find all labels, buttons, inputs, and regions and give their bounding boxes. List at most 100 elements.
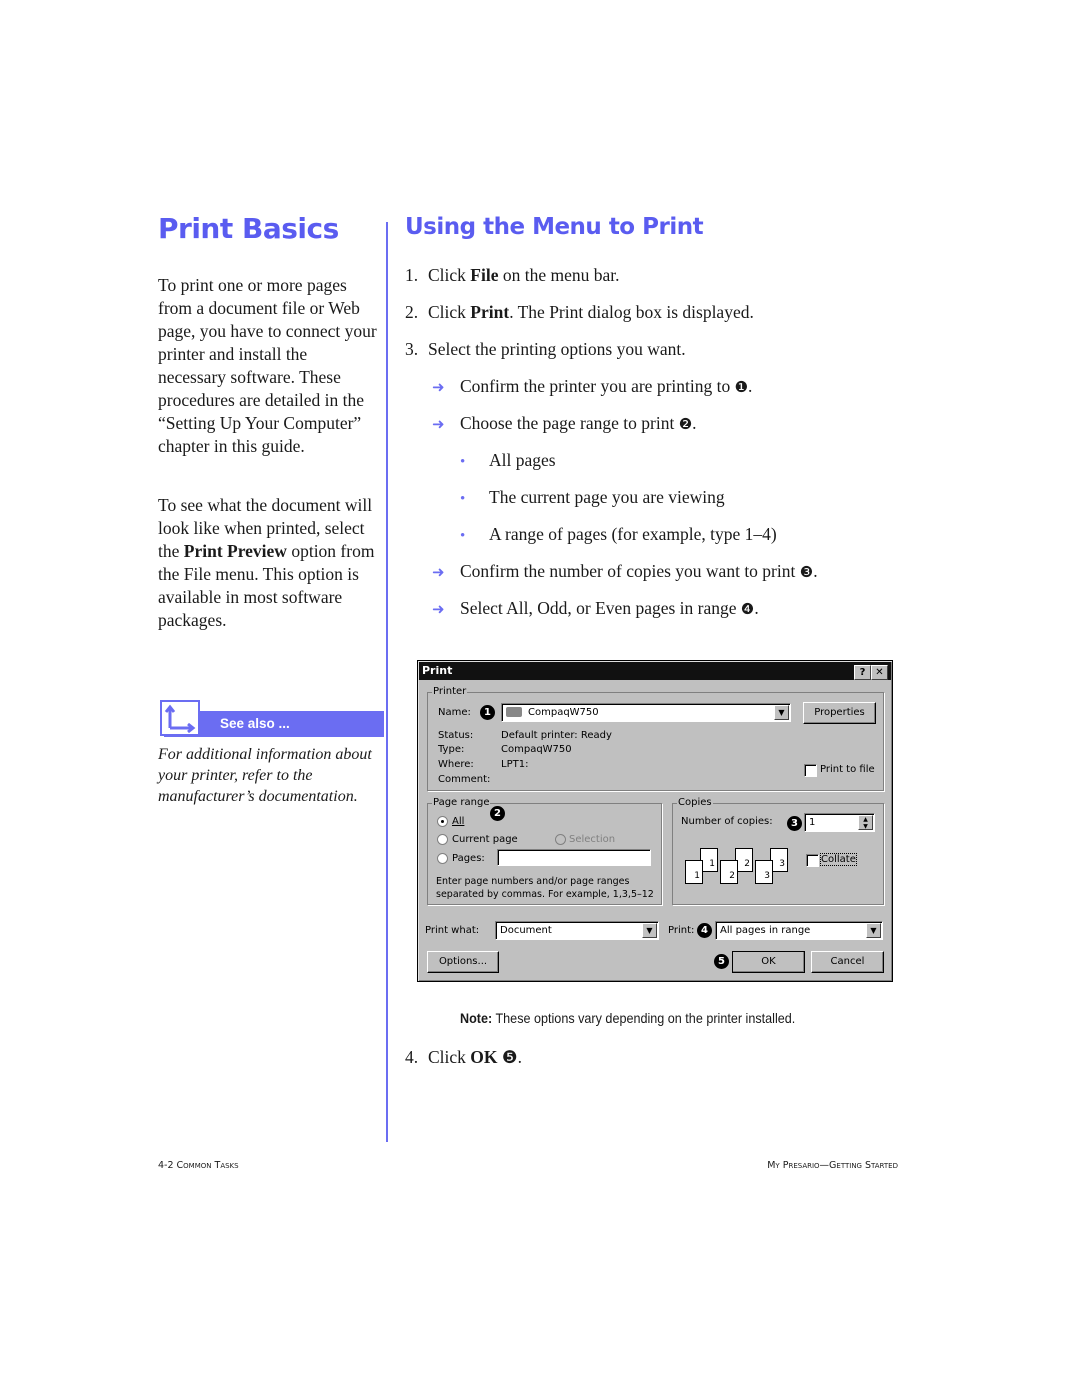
collate-page-icon: 3: [755, 860, 773, 884]
pages-input[interactable]: [497, 849, 651, 866]
punct: .: [754, 598, 759, 618]
bullet-text: All pages: [489, 450, 556, 470]
chevron-down-icon[interactable]: ▼: [866, 923, 881, 938]
substep-text: Choose the page range to print: [460, 413, 679, 433]
arrow-icon: ➜: [432, 378, 445, 396]
corner-arrow-icon: [160, 700, 200, 736]
print-preview-term: Print Preview: [183, 541, 287, 561]
print-term: Print: [470, 302, 510, 322]
type-value: CompaqW750: [501, 744, 572, 755]
bullet-item: • A range of pages (for example, type 1–4…: [460, 524, 777, 545]
print-to-file-checkbox[interactable]: [804, 764, 817, 777]
range-current-radio[interactable]: [437, 834, 448, 845]
range-pages-label: Pages:: [452, 853, 485, 864]
bullet-text: The current page you are viewing: [489, 487, 725, 507]
note-label: Note:: [460, 1010, 493, 1026]
print-what-select[interactable]: Document ▼: [495, 921, 659, 940]
status-label: Status:: [438, 730, 474, 741]
file-term: File: [470, 265, 499, 285]
step-text: Select the printing options you want.: [428, 339, 686, 359]
range-selection-label: Selection: [569, 834, 616, 845]
collate-page-icon: 2: [720, 860, 738, 884]
collate-checkbox[interactable]: [806, 854, 819, 867]
bullet-icon: •: [460, 528, 466, 544]
substep-text: Select All, Odd, or Even pages in range: [460, 598, 741, 618]
bullet-icon: •: [460, 454, 466, 470]
callout-4-icon: ❹: [740, 600, 755, 618]
cancel-button[interactable]: Cancel: [811, 951, 884, 973]
close-button[interactable]: ✕: [871, 665, 888, 680]
help-button[interactable]: ?: [854, 665, 871, 680]
collate-page-icon: 1: [685, 860, 703, 884]
section-title-using-menu: Using the Menu to Print: [405, 214, 704, 240]
print-pages-select[interactable]: All pages in range ▼: [715, 921, 883, 940]
copies-spinner[interactable]: 1 ▲ ▼: [804, 813, 875, 832]
comment-label: Comment:: [438, 774, 491, 785]
where-value: LPT1:: [501, 759, 529, 770]
bullet-icon: •: [460, 491, 466, 507]
collate-label: Collate: [820, 853, 857, 866]
page-range-label: Page range: [432, 797, 491, 808]
copies-group-label: Copies: [677, 797, 713, 808]
print-preview-paragraph: To see what the document will look like …: [158, 494, 378, 632]
dialog-title: Print: [422, 664, 453, 677]
ok-button[interactable]: OK: [732, 951, 805, 973]
range-pages-radio[interactable]: [437, 853, 448, 864]
spinner-arrows-icon[interactable]: ▲ ▼: [858, 815, 873, 830]
callout-2-icon: 2: [490, 806, 505, 821]
range-hint: Enter page numbers and/or page ranges: [436, 876, 630, 887]
punct: .: [813, 561, 818, 581]
page-range-group: Page range 2 All Current page Selection …: [427, 797, 662, 905]
callout-3-icon: ❸: [799, 563, 814, 581]
arrow-icon: ➜: [432, 600, 445, 618]
print-what-value: Document: [500, 925, 552, 936]
ok-term: OK: [470, 1047, 498, 1067]
options-button[interactable]: Options...: [427, 951, 499, 973]
bullet-text: A range of pages (for example, type 1–4): [489, 524, 777, 544]
where-label: Where:: [438, 759, 474, 770]
see-also-label: See also ...: [220, 716, 290, 731]
substep-confirm-printer: ➜ Confirm the printer you are printing to…: [432, 376, 752, 397]
step-text: . The Print dialog box is displayed.: [509, 302, 754, 322]
see-also-text: For additional information about your pr…: [158, 746, 372, 805]
footer-book-title: My Presario—Getting Started: [767, 1160, 898, 1171]
arrow-icon: ➜: [432, 563, 445, 581]
properties-button[interactable]: Properties: [803, 702, 876, 724]
callout-1-icon: 1: [480, 705, 495, 720]
range-all-label: All: [452, 816, 465, 827]
printer-group-label: Printer: [432, 686, 468, 697]
step-text: Click: [428, 1047, 471, 1067]
printer-icon: [506, 707, 522, 717]
substep-copies: ➜ Confirm the number of copies you want t…: [432, 561, 818, 582]
dialog-title-bar: Print ? ✕: [419, 662, 891, 680]
section-title-print-basics: Print Basics: [158, 212, 339, 245]
chevron-down-icon[interactable]: ▼: [642, 923, 657, 938]
step-1: 1. Click File on the menu bar.: [405, 265, 620, 286]
column-divider: [386, 222, 388, 1142]
range-selection-radio[interactable]: [555, 834, 566, 845]
step-number: 4.: [405, 1047, 419, 1067]
punct: .: [748, 376, 753, 396]
printer-group: Printer Name: 1 CompaqW750 ▼ Properties …: [427, 686, 884, 791]
copies-group: Copies Number of copies: 3 1 ▲ ▼ 1 1 2 2 …: [672, 797, 884, 905]
step-text: ❺.: [497, 1047, 522, 1067]
printer-name-select[interactable]: CompaqW750 ▼: [501, 703, 791, 722]
print-what-label: Print what:: [425, 925, 480, 936]
step-text: Click: [428, 302, 471, 322]
intro-paragraph: To print one or more pages from a docume…: [158, 275, 377, 456]
bullet-item: • The current page you are viewing: [460, 487, 725, 508]
printer-name-value: CompaqW750: [528, 707, 599, 718]
step-number: 1.: [405, 265, 419, 285]
substep-text: Confirm the printer you are printing to: [460, 376, 735, 396]
print-to-file-label: Print to file: [820, 764, 875, 775]
step-number: 2.: [405, 302, 419, 322]
callout-3-icon: 3: [787, 816, 802, 831]
step-3: 3. Select the printing options you want.: [405, 339, 686, 360]
step-text: on the menu bar.: [498, 265, 620, 285]
print-label: Print:: [668, 925, 695, 936]
print-dialog: Print ? ✕ Printer Name: 1 CompaqW750 ▼ P…: [417, 660, 893, 982]
chevron-down-icon[interactable]: ▼: [774, 705, 789, 720]
status-value: Default printer: Ready: [501, 730, 612, 741]
footer-page-label: 4-2 Common Tasks: [158, 1160, 239, 1171]
range-all-radio[interactable]: [437, 816, 448, 827]
